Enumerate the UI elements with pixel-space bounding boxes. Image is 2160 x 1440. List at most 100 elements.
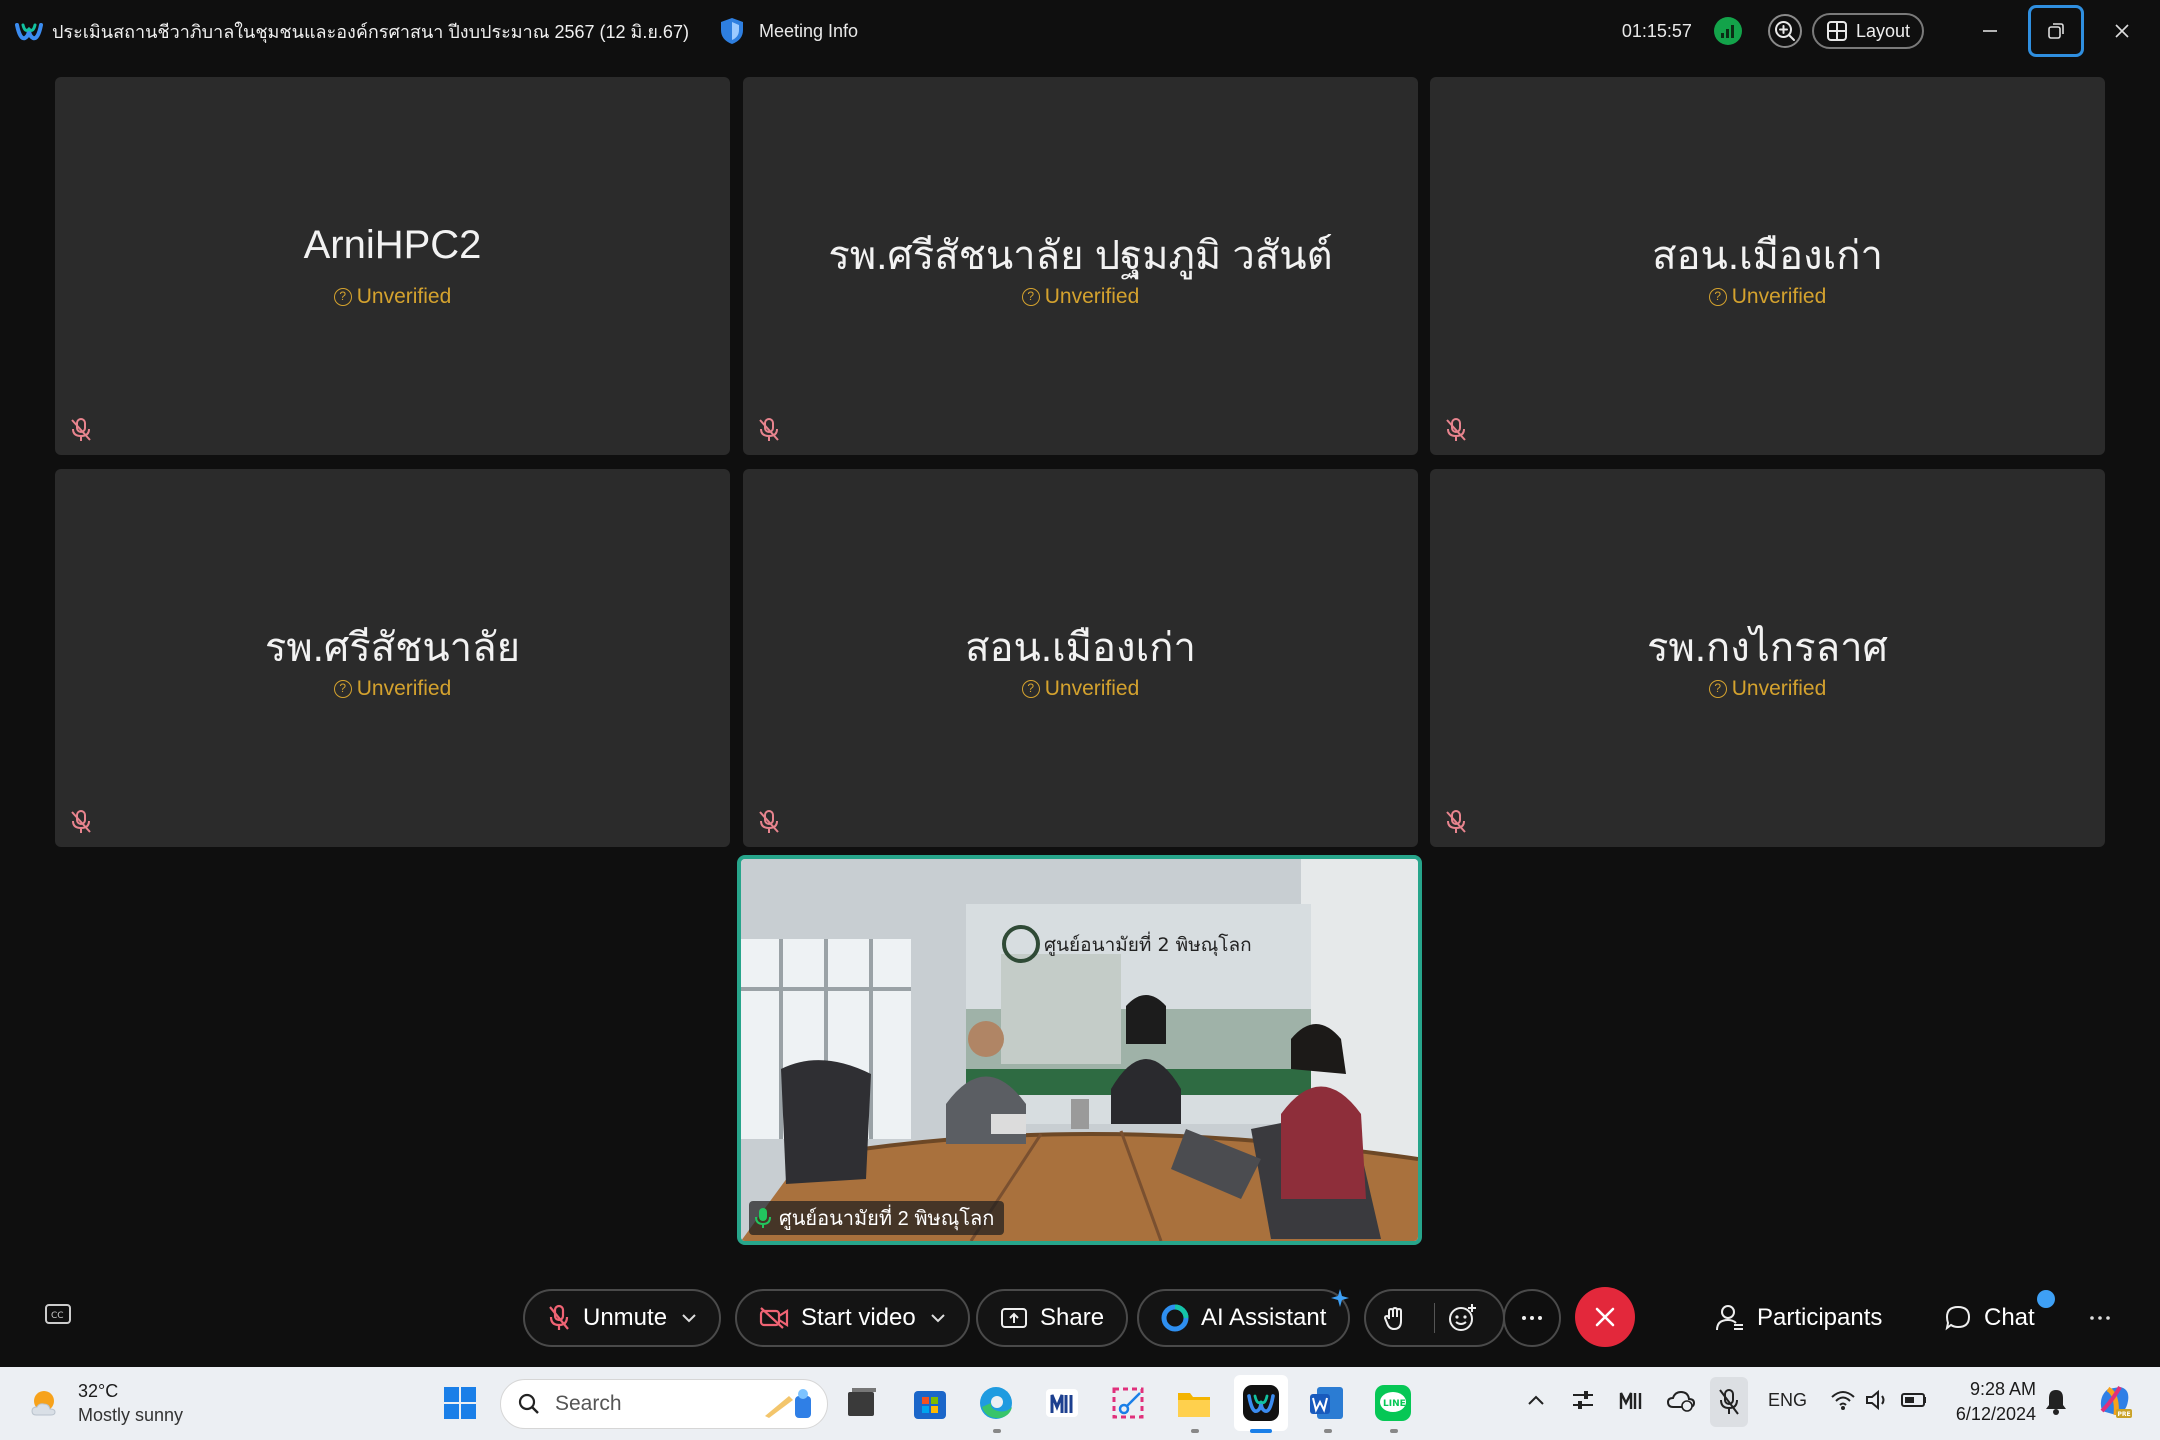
closed-captions-icon[interactable]: CC xyxy=(44,1303,72,1327)
notification-bell-icon[interactable] xyxy=(2044,1387,2068,1415)
raise-hand-icon[interactable] xyxy=(1380,1303,1410,1333)
settings-sliders-icon[interactable] xyxy=(1570,1387,1596,1413)
svg-text:LINE: LINE xyxy=(1383,1399,1406,1409)
chevron-down-icon[interactable] xyxy=(930,1313,946,1323)
status-label: Unverified xyxy=(356,285,452,308)
line-app-icon[interactable]: LINE xyxy=(1373,1383,1413,1423)
shield-icon xyxy=(720,18,743,44)
minimize-button[interactable] xyxy=(1962,5,2018,57)
question-circle-icon: ? xyxy=(1708,680,1727,698)
meeting-info-label: Meeting Info xyxy=(758,20,859,41)
webex-app-icon[interactable] xyxy=(1241,1383,1281,1423)
participant-tile[interactable]: รพ.กงไกรลาศ ? Unverified xyxy=(1430,469,2105,847)
chevron-down-icon[interactable] xyxy=(681,1313,697,1323)
status-label: Unverified xyxy=(1044,677,1140,700)
question-circle-icon: ? xyxy=(333,288,352,306)
search-highlight-icon xyxy=(765,1389,811,1418)
close-window-button[interactable] xyxy=(2094,5,2150,57)
restore-window-icon xyxy=(2048,23,2064,39)
windows-taskbar: 32°C Mostly sunny Search LINE ENG 9:28 A… xyxy=(0,1367,2160,1440)
minimize-icon xyxy=(1983,30,1997,32)
participant-name: รพ.ศรีสัชนาลัย xyxy=(264,626,521,670)
meeting-room-video-frame: ศูนย์อนามัยที่ 2 พิษณุโลก xyxy=(741,859,1418,1241)
share-button[interactable]: Share xyxy=(976,1289,1129,1347)
webex-meeting-window: ประเมินสถานชีวาภิบาลในชุมชนและองค์กรศาสน… xyxy=(0,0,2160,1440)
chat-notification-badge xyxy=(2037,1290,2055,1308)
running-indicator xyxy=(1191,1429,1199,1433)
active-speaker-video[interactable]: ศูนย์อนามัยที่ 2 พิษณุโลก ศูนย์อนามัยที่… xyxy=(737,855,1422,1245)
close-icon xyxy=(2115,24,2129,38)
copilot-icon[interactable]: PRE xyxy=(2094,1381,2134,1421)
status-label: Unverified xyxy=(1731,677,1827,700)
layout-button[interactable]: Layout xyxy=(1811,13,1924,49)
clock-time: 9:28 AM xyxy=(1969,1379,2036,1399)
chat-bubble-icon xyxy=(1945,1305,1971,1331)
volume-icon[interactable] xyxy=(1864,1388,1890,1412)
participant-name: สอน.เมืองเก่า xyxy=(965,626,1196,670)
status-label: Unverified xyxy=(1731,285,1827,308)
more-options-button[interactable] xyxy=(1503,1289,1561,1347)
mic-off-icon xyxy=(759,810,779,833)
participant-tile[interactable]: รพ.ศรีสัชนาลัย ปฐมภูมิ วสันต์ ? Unverifie… xyxy=(743,77,1418,455)
microphone-muted-icon[interactable] xyxy=(1716,1387,1742,1417)
microsoft-store-icon[interactable] xyxy=(910,1383,950,1423)
weather-temperature: 32°C xyxy=(78,1381,119,1401)
network-signal-icon[interactable] xyxy=(1713,17,1742,45)
meeting-controls-bar: CC Unmute Start video Share AI Assistant xyxy=(0,1285,2160,1351)
weather-widget[interactable]: 32°C Mostly sunny xyxy=(28,1379,183,1427)
task-view-icon[interactable] xyxy=(842,1383,882,1423)
weather-condition: Mostly sunny xyxy=(78,1405,184,1425)
file-explorer-icon[interactable] xyxy=(1174,1383,1214,1423)
start-video-button[interactable]: Start video xyxy=(735,1289,970,1347)
speaker-name: ศูนย์อนามัยที่ 2 พิษณุโลก xyxy=(779,1208,995,1230)
participants-label: Participants xyxy=(1757,1304,1883,1331)
meeting-info-button[interactable]: Meeting Info xyxy=(719,16,858,46)
mail-app-icon[interactable] xyxy=(1042,1383,1082,1423)
ai-assistant-label: AI Assistant xyxy=(1201,1304,1327,1331)
video-off-icon xyxy=(759,1307,789,1329)
participants-button[interactable]: Participants xyxy=(1715,1289,1882,1347)
title-bar: ประเมินสถานชีวาภิบาลในชุมชนและองค์กรศาสน… xyxy=(0,0,2160,62)
participant-tile[interactable]: สอน.เมืองเก่า ? Unverified xyxy=(1430,77,2105,455)
zoom-button[interactable] xyxy=(1767,14,1802,48)
reactions-icon[interactable] xyxy=(1447,1303,1477,1333)
participants-icon xyxy=(1716,1305,1743,1331)
question-circle-icon: ? xyxy=(1021,288,1040,306)
chat-button[interactable]: Chat xyxy=(1944,1289,2035,1347)
wifi-icon[interactable] xyxy=(1830,1389,1856,1411)
mic-off-icon xyxy=(1446,418,1466,441)
input-language[interactable]: ENG xyxy=(1768,1390,1807,1411)
windows-start-icon[interactable] xyxy=(440,1383,480,1423)
snipping-tool-icon[interactable] xyxy=(1108,1383,1148,1423)
partly-sunny-icon xyxy=(31,1391,56,1416)
edge-browser-icon[interactable] xyxy=(976,1383,1016,1423)
taskbar-clock[interactable]: 9:28 AM 6/12/2024 xyxy=(1956,1377,2036,1427)
ai-assistant-button[interactable]: AI Assistant xyxy=(1137,1289,1351,1347)
taskbar-search-input[interactable]: Search xyxy=(500,1379,828,1429)
participant-tile[interactable]: รพ.ศรีสัชนาลัย ? Unverified xyxy=(55,469,730,847)
running-indicator xyxy=(1390,1429,1398,1433)
verification-status: ? Unverified xyxy=(1430,677,2105,701)
unmute-button[interactable]: Unmute xyxy=(523,1289,722,1347)
banner-title: ศูนย์อนามัยที่ 2 พิษณุโลก xyxy=(1044,931,1252,957)
active-indicator xyxy=(1250,1429,1272,1433)
webex-logo-icon xyxy=(15,23,43,41)
mic-off-icon xyxy=(759,418,779,441)
onedrive-cloud-icon[interactable] xyxy=(1666,1387,1696,1413)
restore-button[interactable] xyxy=(2028,5,2084,57)
chevron-up-icon[interactable] xyxy=(1526,1393,1546,1407)
mic-off-icon xyxy=(71,418,91,441)
word-app-icon[interactable] xyxy=(1307,1383,1347,1423)
battery-icon[interactable] xyxy=(1900,1389,1928,1411)
mic-off-icon xyxy=(549,1304,569,1330)
participant-tile[interactable]: สอน.เมืองเก่า ? Unverified xyxy=(743,469,1418,847)
more-menu-icon[interactable] xyxy=(2088,1315,2112,1321)
mail-tray-icon[interactable] xyxy=(1617,1387,1645,1413)
participant-name: รพ.ศรีสัชนาลัย ปฐมภูมิ วสันต์ xyxy=(828,234,1333,278)
chat-label: Chat xyxy=(1984,1304,2035,1331)
start-video-label: Start video xyxy=(801,1304,916,1331)
search-placeholder: Search xyxy=(555,1392,622,1415)
leave-meeting-button[interactable] xyxy=(1575,1287,1635,1347)
participant-tile[interactable]: ArniHPC2 ? Unverified xyxy=(55,77,730,455)
close-icon xyxy=(1595,1307,1615,1327)
